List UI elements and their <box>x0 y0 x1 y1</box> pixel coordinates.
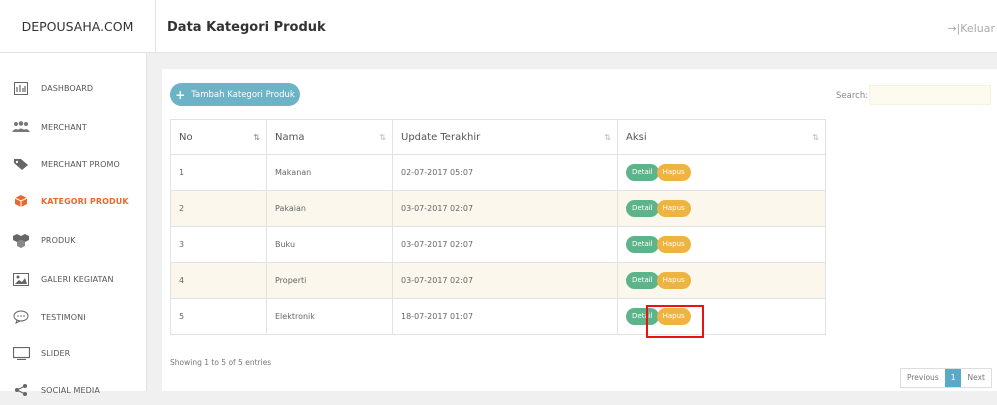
active-nav-pointer <box>146 194 155 212</box>
sidebar-item-label: MERCHANT PROMO <box>41 159 120 169</box>
detail-button[interactable]: Detail <box>626 236 659 253</box>
page-title: Data Kategori Produk <box>167 20 326 35</box>
sort-icon: ⇅ <box>812 133 819 142</box>
sidebar-item-merchant[interactable]: MERCHANT <box>0 112 146 142</box>
sidebar-item-label: PRODUK <box>41 235 76 245</box>
cell-updated: 03-07-2017 02:07 <box>392 226 618 263</box>
previous-page-button[interactable]: Previous <box>901 369 945 387</box>
sidebar-item-label: SOCIAL MEDIA <box>41 385 100 395</box>
category-table: No ⇅ Nama ⇅ Update Terakhir ⇅ Aksi ⇅ 1 Makan… <box>170 119 826 335</box>
sidebar-item-galeri-kegiatan[interactable]: GALERI KEGIATAN <box>0 264 146 294</box>
next-page-button[interactable]: Next <box>961 369 991 387</box>
cell-nama: Buku <box>266 226 393 263</box>
cell-actions: Detail Hapus <box>617 154 826 191</box>
image-icon <box>12 272 30 286</box>
sidebar-item-label: TESTIMONI <box>41 312 86 322</box>
cell-updated: 03-07-2017 02:07 <box>392 190 618 227</box>
sidebar-item-slider[interactable]: SLIDER <box>0 338 146 368</box>
sidebar: DASHBOARD MERCHANT MERCHANT PROMO KATEGO… <box>0 53 147 396</box>
cubes-icon <box>12 233 30 248</box>
cell-actions: Detail Hapus <box>617 226 826 263</box>
sidebar-item-label: GALERI KEGIATAN <box>41 274 114 284</box>
sidebar-item-testimoni[interactable]: TESTIMONI <box>0 302 146 332</box>
search-label: Search: <box>836 91 869 101</box>
tags-icon <box>12 157 30 171</box>
users-icon <box>12 120 30 134</box>
hapus-button[interactable]: Hapus <box>656 272 691 289</box>
table-header-row: No ⇅ Nama ⇅ Update Terakhir ⇅ Aksi ⇅ <box>170 119 826 155</box>
cell-nama: Elektronik <box>266 298 393 335</box>
sidebar-item-kategori-produk[interactable]: KATEGORI PRODUK <box>0 186 146 216</box>
sidebar-item-label: SLIDER <box>41 348 71 358</box>
sidebar-item-label: DASHBOARD <box>41 83 94 93</box>
cell-actions: Detail Hapus <box>617 190 826 227</box>
cell-no: 1 <box>170 154 267 191</box>
hapus-button[interactable]: Hapus <box>656 236 691 253</box>
cell-no: 3 <box>170 226 267 263</box>
chart-icon <box>12 81 30 95</box>
content-panel: + Tambah Kategori Produk Search: No ⇅ Nam… <box>162 69 997 391</box>
sidebar-item-dashboard[interactable]: DASHBOARD <box>0 73 146 103</box>
page-1-button[interactable]: 1 <box>944 369 962 387</box>
add-category-label: Tambah Kategori Produk <box>191 89 295 100</box>
cell-nama: Pakaian <box>266 190 393 227</box>
entries-info: Showing 1 to 5 of 5 entries <box>170 358 272 367</box>
table-row: 5 Elektronik 18-07-2017 01:07 Detail Hapu… <box>170 298 826 335</box>
sort-icon: ⇅ <box>379 133 386 142</box>
sidebar-item-label: MERCHANT <box>41 122 87 132</box>
cell-updated: 03-07-2017 02:07 <box>392 262 618 299</box>
column-header-update-terakhir[interactable]: Update Terakhir ⇅ <box>392 119 618 155</box>
table-row: 2 Pakaian 03-07-2017 02:07 Detail Hapus <box>170 190 826 227</box>
sort-icon: ⇅ <box>604 133 611 142</box>
column-header-aksi[interactable]: Aksi ⇅ <box>617 119 826 155</box>
column-header-no[interactable]: No ⇅ <box>170 119 267 155</box>
cell-updated: 18-07-2017 01:07 <box>392 298 618 335</box>
detail-button[interactable]: Detail <box>626 200 659 217</box>
cell-updated: 02-07-2017 05:07 <box>392 154 618 191</box>
add-category-button[interactable]: + Tambah Kategori Produk <box>170 83 300 106</box>
detail-button[interactable]: Detail <box>626 164 659 181</box>
share-icon <box>12 383 30 397</box>
detail-button[interactable]: Detail <box>626 272 659 289</box>
sidebar-item-produk[interactable]: PRODUK <box>0 225 146 255</box>
table-row: 1 Makanan 02-07-2017 05:07 Detail Hapus <box>170 154 826 191</box>
comment-icon <box>12 310 30 324</box>
cell-nama: Makanan <box>266 154 393 191</box>
hapus-button[interactable]: Hapus <box>656 164 691 181</box>
sort-asc-icon: ⇅ <box>253 133 260 142</box>
search-input[interactable] <box>869 85 991 105</box>
sidebar-item-merchant-promo[interactable]: MERCHANT PROMO <box>0 149 146 179</box>
logout-button[interactable]: →|Keluar <box>947 22 995 35</box>
pagination: Previous 1 Next <box>900 368 992 388</box>
top-bar: Data Kategori Produk →|Keluar <box>156 0 997 53</box>
cell-no: 4 <box>170 262 267 299</box>
plus-icon: + <box>175 87 186 102</box>
table-row: 3 Buku 03-07-2017 02:07 Detail Hapus <box>170 226 826 263</box>
highlight-box <box>646 305 704 338</box>
sidebar-item-label: KATEGORI PRODUK <box>41 196 129 206</box>
logout-icon: →| <box>947 22 961 35</box>
logout-label: Keluar <box>960 22 995 35</box>
sidebar-item-social-media[interactable]: SOCIAL MEDIA <box>0 375 146 405</box>
column-header-nama[interactable]: Nama ⇅ <box>266 119 393 155</box>
cell-no: 5 <box>170 298 267 335</box>
box-icon <box>12 194 30 208</box>
cell-nama: Properti <box>266 262 393 299</box>
brand-logo[interactable]: DEPOUSAHA.COM <box>0 0 156 53</box>
table-row: 4 Properti 03-07-2017 02:07 Detail Hapus <box>170 262 826 299</box>
monitor-icon <box>12 346 30 360</box>
cell-actions: Detail Hapus <box>617 262 826 299</box>
cell-no: 2 <box>170 190 267 227</box>
hapus-button[interactable]: Hapus <box>656 200 691 217</box>
